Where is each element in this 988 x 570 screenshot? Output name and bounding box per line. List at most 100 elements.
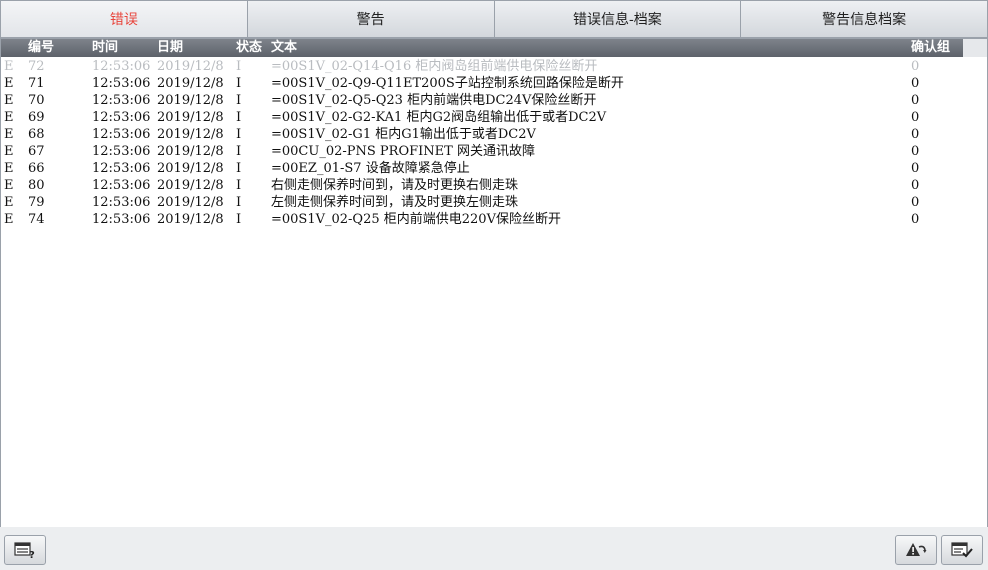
- row-type: E: [4, 144, 14, 159]
- row-number: 72: [28, 59, 45, 74]
- row-ack-group: 0: [911, 161, 920, 176]
- row-ack-group: 0: [911, 178, 920, 193]
- row-date: 2019/12/8: [157, 110, 224, 125]
- row-text: =00EZ_01-S7 设备故障紧急停止: [271, 161, 470, 176]
- table-header: 编号 时间 日期 状态 文本 确认组: [1, 39, 963, 57]
- table-row[interactable]: E 67 12:53:06 2019/12/8 I =00CU_02-PNS PROFIN…: [1, 143, 963, 160]
- row-text: 左侧走侧保养时间到，请及时更换左侧走珠: [271, 195, 519, 210]
- row-state: I: [236, 110, 242, 125]
- row-time: 12:53:06: [92, 178, 151, 193]
- row-ack-group: 0: [911, 76, 920, 91]
- row-state: I: [236, 161, 242, 176]
- row-text: 右侧走侧保养时间到，请及时更换右侧走珠: [271, 178, 519, 193]
- row-number: 67: [28, 144, 45, 159]
- row-date: 2019/12/8: [157, 93, 224, 108]
- tab-warning-archive-label: 警告信息档案: [822, 12, 907, 28]
- row-date: 2019/12/8: [157, 127, 224, 142]
- column-header-state[interactable]: 状态: [236, 39, 262, 57]
- row-time: 12:53:06: [92, 76, 151, 91]
- row-text: =00S1V_02-Q9-Q11ET200S子站控制系统回路保险是断开: [271, 76, 624, 91]
- row-type: E: [4, 178, 14, 193]
- confirm-button[interactable]: [941, 535, 983, 565]
- table-row[interactable]: E 74 12:53:06 2019/12/8 I =00S1V_02-Q25 柜内前端供…: [1, 211, 963, 228]
- tab-errors[interactable]: 错误: [0, 0, 248, 38]
- row-date: 2019/12/8: [157, 144, 224, 159]
- bottom-toolbar: ?: [0, 527, 988, 570]
- row-state: I: [236, 178, 242, 193]
- row-ack-group: 0: [911, 110, 920, 125]
- alarm-table[interactable]: 编号 时间 日期 状态 文本 确认组 E 72 12:53:06 2019/12/8 I…: [0, 38, 988, 528]
- row-type: E: [4, 76, 14, 91]
- row-type: E: [4, 110, 14, 125]
- row-time: 12:53:06: [92, 195, 151, 210]
- row-time: 12:53:06: [92, 59, 151, 74]
- row-number: 68: [28, 127, 45, 142]
- table-row[interactable]: E 71 12:53:06 2019/12/8 I =00S1V_02-Q9-Q11ET2…: [1, 75, 963, 92]
- row-number: 66: [28, 161, 45, 176]
- tab-bar: 错误 警告 错误信息-档案 警告信息档案: [0, 0, 988, 38]
- row-number: 79: [28, 195, 45, 210]
- tab-errors-label: 错误: [109, 12, 138, 28]
- row-state: I: [236, 127, 242, 142]
- table-row[interactable]: E 79 12:53:06 2019/12/8 I 左侧走侧保养时间到，请及时更换左侧走珠…: [1, 194, 963, 211]
- row-date: 2019/12/8: [157, 178, 224, 193]
- table-row[interactable]: E 80 12:53:06 2019/12/8 I 右侧走侧保养时间到，请及时更换右侧走珠…: [1, 177, 963, 194]
- table-row[interactable]: E 66 12:53:06 2019/12/8 I =00EZ_01-S7 设备故障紧急停…: [1, 160, 963, 177]
- row-type: E: [4, 93, 14, 108]
- tab-warnings[interactable]: 警告: [247, 0, 495, 38]
- column-header-text[interactable]: 文本: [271, 39, 297, 57]
- row-state: I: [236, 93, 242, 108]
- table-row[interactable]: E 68 12:53:06 2019/12/8 I =00S1V_02-G1 柜内G1输出…: [1, 126, 963, 143]
- row-number: 80: [28, 178, 45, 193]
- row-text: =00CU_02-PNS PROFINET 网关通讯故障: [271, 144, 535, 159]
- table-row[interactable]: E 69 12:53:06 2019/12/8 I =00S1V_02-G2-KA1 柜内…: [1, 109, 963, 126]
- row-ack-group: 0: [911, 59, 920, 74]
- column-header-time[interactable]: 时间: [92, 39, 118, 57]
- row-time: 12:53:06: [92, 110, 151, 125]
- message-list-confirm-icon: [951, 541, 973, 559]
- table-row[interactable]: E 72 12:53:06 2019/12/8 I =00S1V_02-Q14-Q16 柜…: [1, 58, 963, 75]
- row-number: 74: [28, 212, 45, 227]
- row-state: I: [236, 195, 242, 210]
- row-state: I: [236, 59, 242, 74]
- row-date: 2019/12/8: [157, 161, 224, 176]
- row-ack-group: 0: [911, 195, 920, 210]
- svg-text:?: ?: [29, 550, 35, 559]
- row-time: 12:53:06: [92, 93, 151, 108]
- column-header-number[interactable]: 编号: [28, 39, 54, 57]
- row-text: =00S1V_02-G1 柜内G1输出低于或者DC2V: [271, 127, 536, 142]
- row-type: E: [4, 59, 14, 74]
- row-ack-group: 0: [911, 212, 920, 227]
- row-state: I: [236, 76, 242, 91]
- row-text: =00S1V_02-Q25 柜内前端供电220V保险丝断开: [271, 212, 561, 227]
- table-body: E 72 12:53:06 2019/12/8 I =00S1V_02-Q14-Q16 柜…: [1, 58, 963, 228]
- row-date: 2019/12/8: [157, 212, 224, 227]
- row-ack-group: 0: [911, 93, 920, 108]
- row-date: 2019/12/8: [157, 76, 224, 91]
- row-number: 69: [28, 110, 45, 125]
- row-time: 12:53:06: [92, 144, 151, 159]
- row-date: 2019/12/8: [157, 59, 224, 74]
- row-text: =00S1V_02-Q14-Q16 柜内阀岛组前端供电保险丝断开: [271, 59, 598, 74]
- row-type: E: [4, 212, 14, 227]
- column-header-ack-group[interactable]: 确认组: [911, 39, 950, 57]
- message-list-help-icon: ?: [14, 541, 36, 559]
- help-button[interactable]: ?: [4, 535, 46, 565]
- column-header-date[interactable]: 日期: [157, 39, 183, 57]
- acknowledge-button[interactable]: [895, 535, 937, 565]
- alarm-acknowledge-icon: [905, 541, 927, 559]
- tab-error-archive-label: 错误信息-档案: [573, 12, 662, 28]
- row-type: E: [4, 127, 14, 142]
- table-row[interactable]: E 70 12:53:06 2019/12/8 I =00S1V_02-Q5-Q23 柜内…: [1, 92, 963, 109]
- row-time: 12:53:06: [92, 127, 151, 142]
- tab-warning-archive[interactable]: 警告信息档案: [741, 0, 988, 38]
- row-number: 71: [28, 76, 45, 91]
- tab-error-archive[interactable]: 错误信息-档案: [494, 0, 742, 38]
- header-corner: [963, 39, 987, 57]
- tab-warnings-label: 警告: [356, 12, 385, 28]
- row-state: I: [236, 212, 242, 227]
- row-type: E: [4, 195, 14, 210]
- row-text: =00S1V_02-Q5-Q23 柜内前端供电DC24V保险丝断开: [271, 93, 597, 108]
- row-state: I: [236, 144, 242, 159]
- row-date: 2019/12/8: [157, 195, 224, 210]
